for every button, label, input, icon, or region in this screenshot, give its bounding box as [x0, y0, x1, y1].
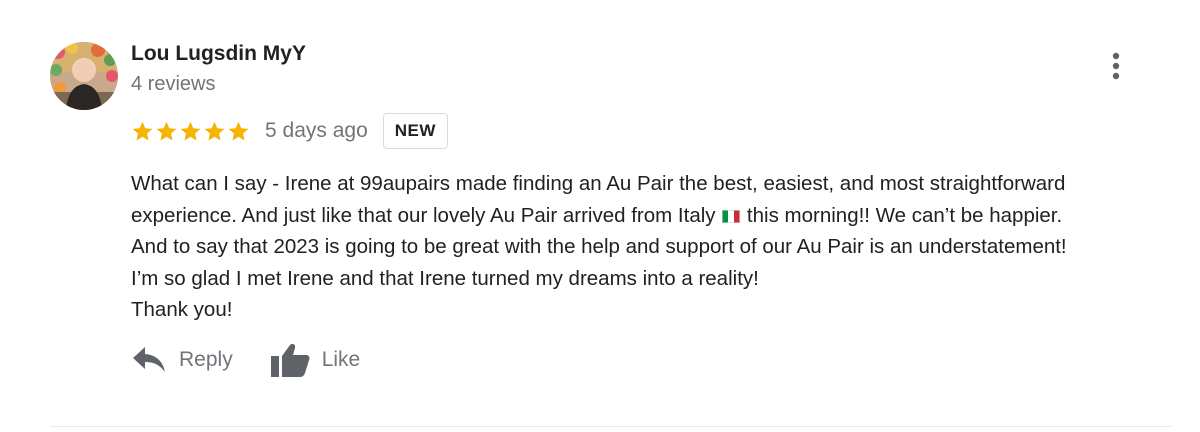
review-text-line: What can I say - Irene at 99aupairs made… [131, 172, 1066, 195]
like-label: Like [321, 348, 361, 371]
like-button[interactable]: Like [270, 342, 361, 378]
star-icon [156, 121, 177, 141]
review-text-segment: this morning!! We can’t be happier. [741, 203, 1063, 227]
review-text: What can I say - Irene at 99aupairs made… [131, 168, 1181, 326]
author-name[interactable]: Lou Lugsdin MyY [131, 42, 306, 66]
review-text-line: And to say that 2023 is going to be grea… [131, 235, 1067, 258]
review-date: 5 days ago [265, 119, 368, 142]
italy-flag-icon [722, 209, 741, 223]
more-options-button[interactable] [1100, 46, 1132, 86]
author-review-count[interactable]: 4 reviews [131, 73, 215, 96]
star-icon [228, 121, 249, 141]
new-badge: NEW [382, 113, 448, 149]
more-vertical-icon [1112, 52, 1120, 80]
review-actions: Reply Like [131, 337, 360, 383]
reply-button[interactable]: Reply [131, 345, 233, 375]
star-rating [131, 120, 251, 143]
avatar-image [50, 42, 118, 110]
star-icon [180, 121, 201, 141]
review-text-segment: experience. And just like that our lovel… [131, 203, 722, 227]
thumbs-up-icon [270, 344, 310, 377]
reply-label: Reply [179, 348, 233, 371]
rating-row: 5 days ago NEW [131, 112, 448, 150]
star-icon [132, 121, 153, 141]
review-card: Lou Lugsdin MyY 4 reviews 5 days ago NEW… [0, 0, 1200, 432]
reply-arrow-icon [133, 347, 165, 372]
divider [50, 426, 1172, 427]
star-icon [204, 121, 225, 141]
review-text-line: Thank you! [131, 298, 233, 321]
review-text-line: I’m so glad I met Irene and that Irene t… [131, 266, 759, 290]
avatar[interactable] [50, 42, 118, 110]
review-text-line: experience. And just like that our lovel… [131, 200, 1181, 232]
